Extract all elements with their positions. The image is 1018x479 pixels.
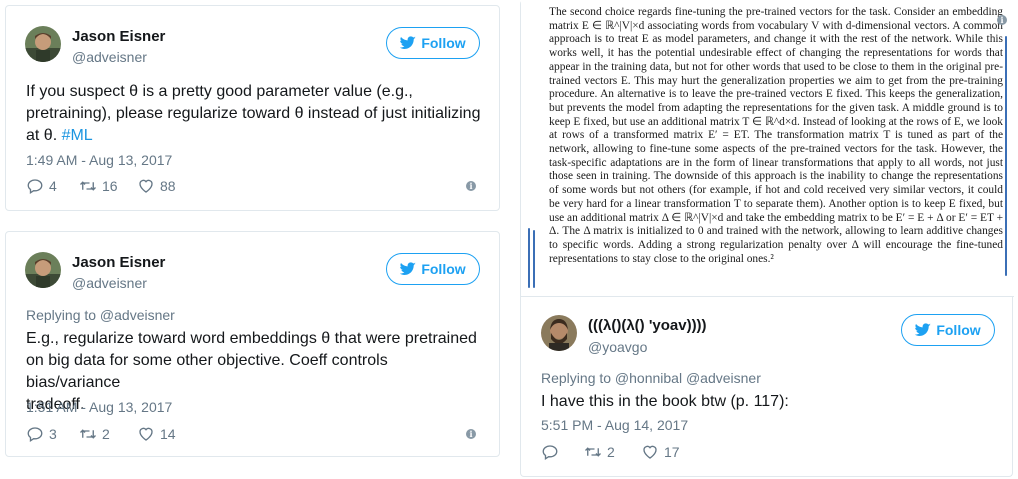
follow-label: Follow [421, 35, 466, 51]
avatar-image [541, 315, 577, 351]
margin-marker [528, 228, 530, 288]
like-count: 88 [160, 178, 176, 194]
follow-button[interactable]: Follow [386, 253, 480, 285]
avatar-image [25, 26, 61, 62]
margin-marker [1005, 36, 1007, 276]
info-icon[interactable]: i [466, 181, 476, 191]
tweet-actions: 4 16 88 [26, 177, 176, 195]
reply-icon [27, 179, 43, 194]
follow-label: Follow [936, 322, 981, 338]
hashtag-link[interactable]: #ML [62, 127, 93, 144]
retweet-count: 2 [607, 444, 615, 460]
author-name[interactable]: Jason Eisner [72, 254, 165, 272]
like-button[interactable]: 88 [137, 177, 176, 195]
retweet-icon [80, 181, 96, 191]
retweet-button[interactable]: 2 [79, 425, 137, 443]
reply-button[interactable] [541, 443, 584, 461]
author-handle[interactable]: @adveisner [72, 48, 147, 66]
heart-icon [139, 179, 153, 193]
twitter-bird-icon [400, 262, 417, 275]
retweet-button[interactable]: 2 [584, 443, 641, 461]
reply-icon [542, 445, 558, 460]
avatar[interactable] [541, 315, 577, 351]
retweet-button[interactable]: 16 [79, 177, 137, 195]
heart-icon [643, 445, 657, 459]
book-excerpt-image[interactable]: The second choice regards fine-tuning th… [521, 0, 1014, 297]
tweet-text-tail: at θ. [26, 127, 62, 144]
reply-count: 4 [49, 178, 57, 194]
author-name[interactable]: (((λ()(λ() 'yoav)))) [588, 317, 707, 335]
tweet-card: Jason Eisner @adveisner Follow If you su… [5, 5, 500, 211]
tweet-text-line: pretraining), please regularize toward θ… [26, 105, 481, 122]
tweet-text-line: If you suspect θ is a pretty good parame… [26, 83, 413, 100]
tweet-text-line: E.g., regularize toward word embeddings … [26, 330, 477, 347]
follow-label: Follow [421, 261, 466, 277]
tweet-text-line: at θ. #ML [26, 125, 486, 147]
tweet-timestamp[interactable]: 1:49 AM - Aug 13, 2017 [26, 151, 172, 169]
retweet-icon [80, 429, 96, 439]
margin-marker [533, 230, 535, 288]
reply-button[interactable]: 4 [26, 177, 79, 195]
retweet-icon [585, 447, 601, 457]
retweet-count: 16 [102, 178, 118, 194]
reply-icon [27, 427, 43, 442]
tweet-text-line: on big data for some other objective. Co… [26, 352, 388, 391]
tweet-card: The second choice regards fine-tuning th… [520, 0, 1014, 477]
avatar[interactable] [25, 26, 61, 62]
twitter-bird-icon [400, 36, 417, 49]
like-button[interactable]: 14 [137, 425, 176, 443]
retweet-count: 2 [102, 426, 110, 442]
author-handle[interactable]: @yoavgo [588, 338, 647, 356]
like-count: 17 [664, 444, 680, 460]
twitter-bird-icon [915, 323, 932, 336]
tweet-timestamp[interactable]: 1:51 AM - Aug 13, 2017 [26, 398, 172, 416]
like-count: 14 [160, 426, 176, 442]
tweet-timestamp[interactable]: 5:51 PM - Aug 14, 2017 [541, 416, 688, 434]
tweet-actions: 3 2 14 [26, 425, 176, 443]
replying-to[interactable]: Replying to @adveisner [26, 306, 175, 324]
book-excerpt-text: The second choice regards fine-tuning th… [549, 6, 1004, 265]
heart-icon [139, 427, 153, 441]
info-icon[interactable]: i [466, 429, 476, 439]
follow-button[interactable]: Follow [386, 27, 480, 59]
avatar-image [25, 252, 61, 288]
follow-button[interactable]: Follow [901, 314, 995, 346]
avatar[interactable] [25, 252, 61, 288]
tweet-card: Jason Eisner @adveisner Follow Replying … [5, 231, 500, 457]
replying-to[interactable]: Replying to @honnibal @adveisner [541, 369, 761, 387]
reply-button[interactable]: 3 [26, 425, 79, 443]
author-handle[interactable]: @adveisner [72, 274, 147, 292]
tweet-text-line: I have this in the book btw (p. 117): [541, 393, 789, 410]
author-name[interactable]: Jason Eisner [72, 28, 165, 46]
like-button[interactable]: 17 [641, 443, 680, 461]
info-icon[interactable]: i [997, 15, 1007, 25]
tweet-text: If you suspect θ is a pretty good parame… [26, 81, 486, 147]
tweet-actions: 2 17 [541, 443, 680, 461]
tweet-text: I have this in the book btw (p. 117): [541, 391, 1001, 413]
reply-count: 3 [49, 426, 57, 442]
